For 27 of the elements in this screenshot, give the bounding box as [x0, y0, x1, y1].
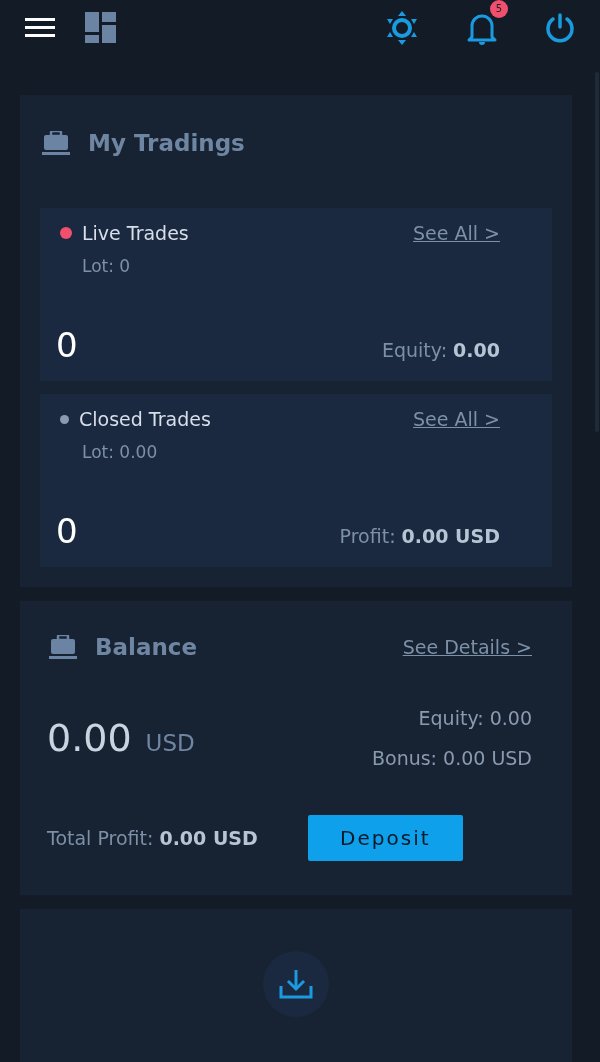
currency-label: USD [145, 730, 195, 756]
trade-stat: Equity: 0.00 [381, 339, 500, 361]
trade-count: 0 [56, 325, 78, 365]
download-icon [279, 969, 313, 999]
menu-icon[interactable] [25, 16, 57, 39]
trade-title: Closed Trades [79, 408, 211, 430]
see-all-link[interactable]: See All > [413, 408, 500, 430]
power-icon[interactable] [545, 12, 575, 43]
total-profit-label: Total Profit: 0.00 USD [47, 827, 258, 849]
see-all-link[interactable]: See All > [413, 222, 500, 244]
trade-count: 0 [56, 511, 78, 551]
trade-stat: Profit: 0.00 USD [339, 525, 500, 547]
lot-label: Lot: 0 [82, 256, 132, 276]
briefcase-icon [42, 131, 70, 155]
see-details-link[interactable]: See Details > [402, 636, 532, 658]
trade-title: Live Trades [82, 222, 189, 244]
sun-icon[interactable] [386, 10, 418, 45]
lot-label: Lot: 0.00 [82, 442, 159, 462]
equity-label: Equity: 0.00 [418, 707, 532, 729]
notification-badge: 5 [490, 0, 508, 18]
section-title: My Tradings [88, 130, 245, 156]
balance-amount: 0.00 [47, 716, 132, 760]
section-title: Balance [95, 634, 198, 660]
bonus-label: Bonus: 0.00 USD [371, 747, 532, 769]
deposit-button[interactable]: Deposit [307, 815, 463, 861]
briefcase-icon [49, 635, 77, 659]
dashboard-icon[interactable] [85, 12, 116, 43]
